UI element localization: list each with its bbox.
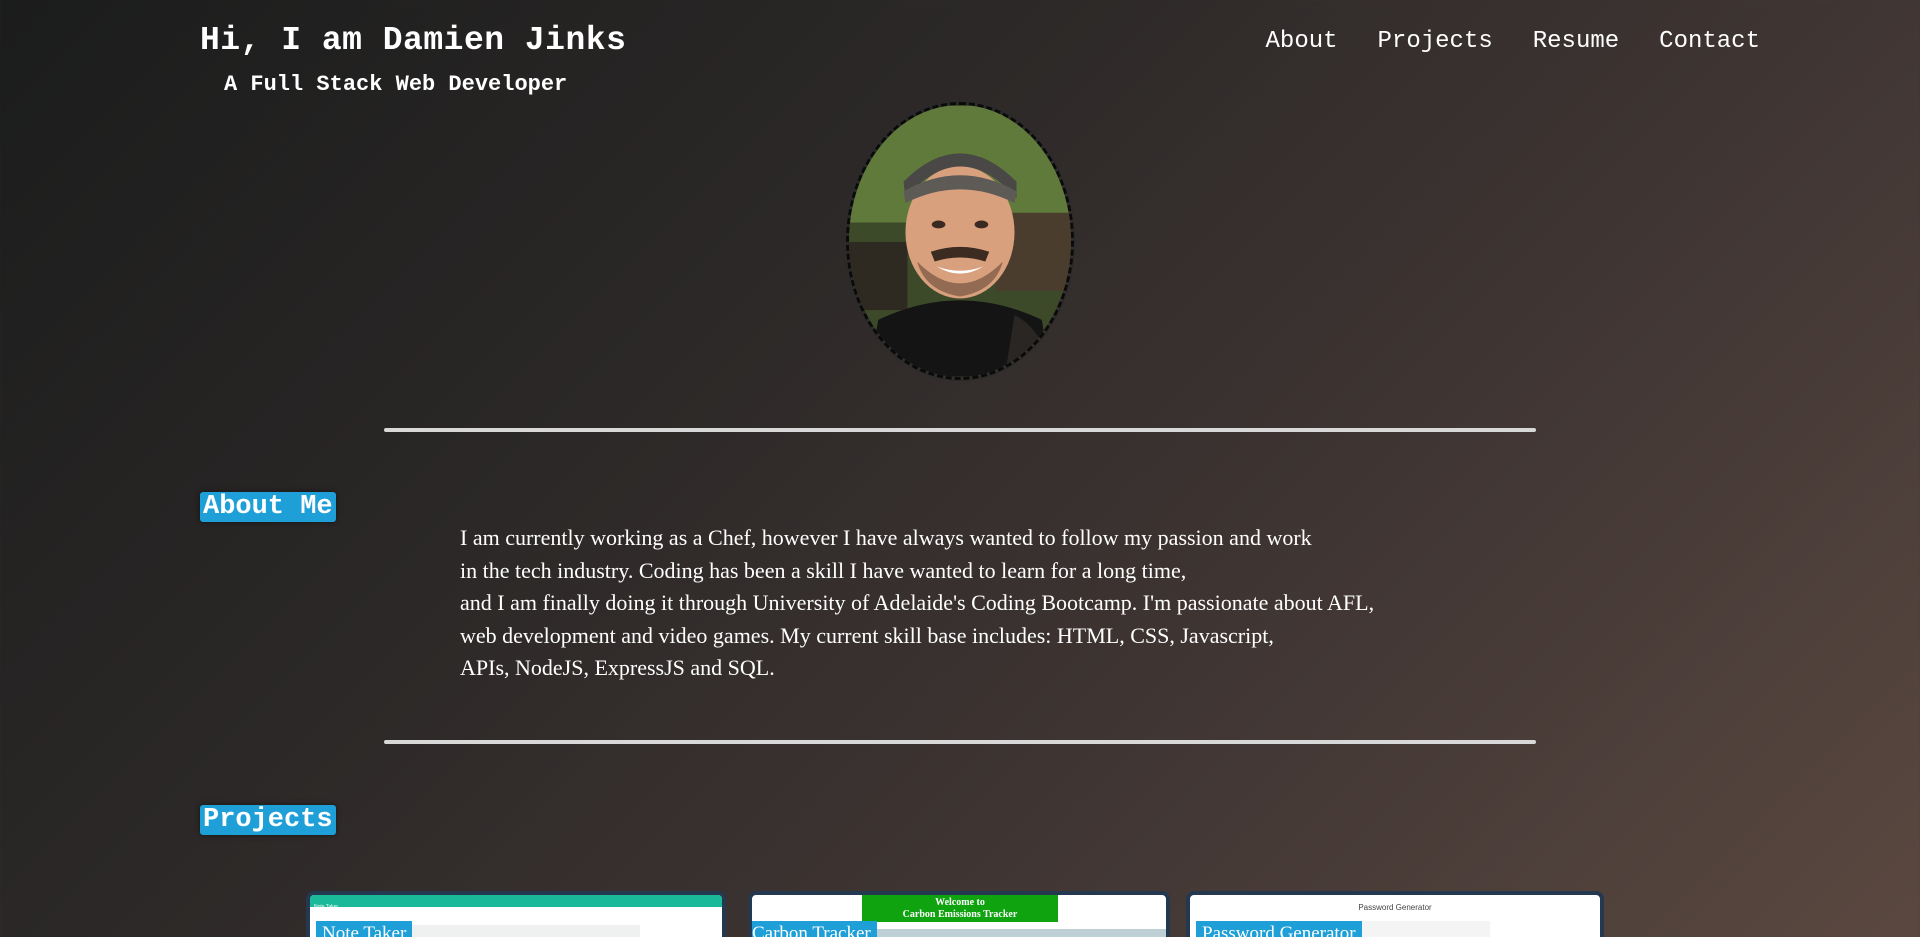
card-thumbnail-banner-line: Welcome to [935,897,985,908]
about-line: and I am finally doing it through Univer… [460,590,1375,615]
section-divider [384,428,1536,432]
about-line: APIs, NodeJS, ExpressJS and SQL. [460,655,775,680]
about-line: I am currently working as a Chef, howeve… [460,525,1312,550]
about-line: in the tech industry. Coding has been a … [460,557,1187,583]
nav-link-projects[interactable]: Projects [1378,28,1493,55]
project-card-label: Password Generator [1196,921,1362,937]
site-title: Hi, I am Damien Jinks [200,22,627,59]
profile-photo [845,101,1075,381]
projects-heading: Projects [200,805,336,835]
card-thumbnail-header: Note Taker [310,895,722,910]
site-subtitle: A Full Stack Web Developer [224,72,568,97]
card-thumbnail-content [410,925,640,937]
about-heading: About Me [200,492,336,522]
project-card-note-taker[interactable]: Note Taker Note Taker [306,891,726,937]
profile-photo-icon [849,105,1071,377]
project-card-carbon-tracker[interactable]: Welcome to Carbon Emissions Tracker Carb… [748,891,1170,937]
about-paragraph: I am currently working as a Chef, howeve… [460,522,1560,685]
about-line: web development and video games. My curr… [460,622,1274,648]
project-card-password-generator[interactable]: Password Generator Password Generator [1186,891,1604,937]
card-thumbnail-banner: Welcome to Carbon Emissions Tracker [862,895,1058,922]
main-nav: About Projects Resume Contact [1266,28,1760,55]
section-divider [384,740,1536,744]
card-thumbnail-banner-line: Carbon Emissions Tracker [902,909,1018,920]
nav-link-resume[interactable]: Resume [1533,28,1619,55]
card-thumbnail-header-text: Note Taker [314,904,339,910]
nav-link-about[interactable]: About [1266,28,1338,55]
project-card-label: Note Taker [316,921,413,937]
nav-link-contact[interactable]: Contact [1659,28,1760,55]
project-card-label: Carbon Tracker [752,921,877,937]
card-thumbnail-title: Password Generator [1358,903,1432,912]
